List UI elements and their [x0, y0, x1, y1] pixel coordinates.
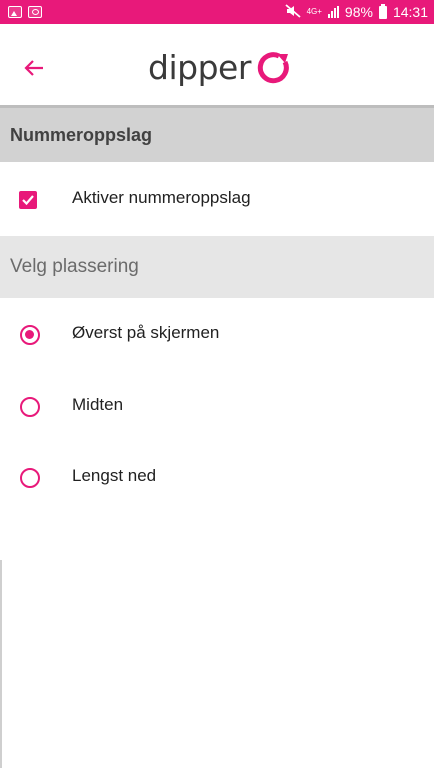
clock: 14:31	[392, 4, 428, 20]
logo-text: dipper	[148, 48, 251, 87]
placement-radio-bottom[interactable]	[20, 468, 40, 488]
placement-title: Velg plassering	[0, 236, 434, 298]
status-bar: 4G+ 98% 14:31	[0, 0, 434, 24]
placement-radio-top[interactable]	[20, 325, 40, 345]
placement-label-top: Øverst på skjermen	[72, 323, 220, 342]
placement-label-bottom: Lengst ned	[72, 466, 157, 485]
dipper-logo: dipper	[148, 50, 291, 86]
image-notification-icon	[8, 6, 22, 18]
placement-option-bottom[interactable]: Lengst ned	[0, 442, 434, 512]
placement-option-middle[interactable]: Midten	[0, 372, 434, 442]
enable-lookup-label: Aktiver nummeroppslag	[72, 188, 251, 207]
placement-label-middle: Midten	[72, 395, 124, 414]
radio-selected-dot	[25, 330, 34, 339]
status-left	[8, 6, 42, 18]
placement-option-top[interactable]: Øverst på skjermen	[0, 300, 434, 370]
back-button[interactable]	[22, 57, 48, 79]
app-bar: dipper	[0, 24, 434, 106]
battery-percentage: 98%	[344, 4, 373, 20]
network-type-label: 4G+	[306, 7, 322, 16]
screen: 4G+ 98% 14:31 dipper Nummeroppslag Aktiv…	[0, 0, 434, 768]
placement-radio-middle[interactable]	[20, 397, 40, 417]
section-title: Nummeroppslag	[0, 108, 434, 162]
status-right: 4G+ 98% 14:31	[284, 3, 428, 20]
signal-icon	[327, 6, 339, 18]
chat-notification-icon	[28, 6, 42, 18]
mute-icon	[284, 4, 301, 20]
battery-icon	[378, 3, 387, 19]
left-edge-divider	[0, 560, 2, 768]
arrow-left-icon	[24, 60, 43, 76]
enable-lookup-checkbox[interactable]	[19, 191, 37, 209]
logo-ring-icon	[257, 52, 289, 84]
enable-lookup-row[interactable]: Aktiver nummeroppslag	[0, 163, 434, 235]
checkmark-icon	[22, 195, 34, 206]
